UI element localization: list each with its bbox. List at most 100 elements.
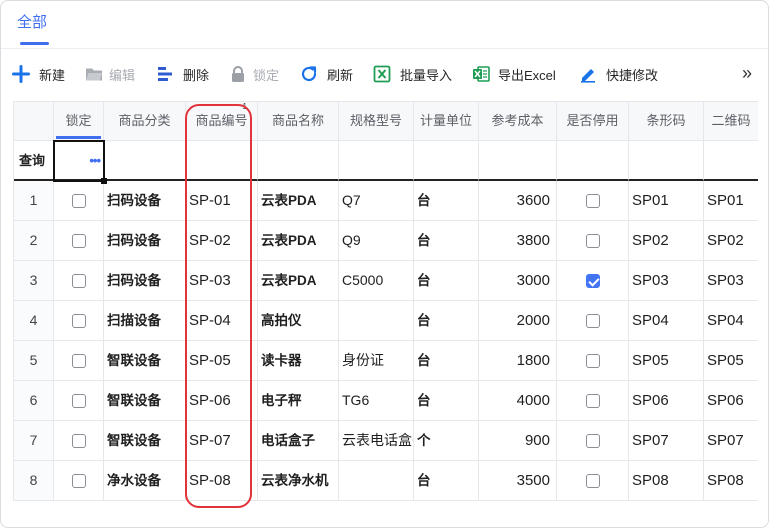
lock-cell[interactable]: [54, 221, 104, 261]
category-cell[interactable]: 智联设备: [104, 381, 186, 421]
spec-cell[interactable]: [339, 301, 414, 341]
product-name-cell[interactable]: 电子秤: [258, 381, 339, 421]
product-code-cell[interactable]: SP-08: [186, 461, 258, 501]
product-name-cell[interactable]: 云表净水机: [258, 461, 339, 501]
lock-checkbox[interactable]: [71, 233, 86, 248]
lock-cell[interactable]: [54, 301, 104, 341]
barcode-cell[interactable]: SP05: [629, 341, 704, 381]
disabled-cell[interactable]: [557, 381, 629, 421]
column-header-product-name[interactable]: 商品名称: [258, 101, 339, 141]
row-number-cell[interactable]: 3: [14, 261, 54, 301]
new-button[interactable]: 新建: [12, 62, 65, 86]
disabled-checkbox[interactable]: [585, 473, 600, 488]
cost-cell[interactable]: 2000: [479, 301, 557, 341]
column-header-spec[interactable]: 规格型号: [339, 101, 414, 141]
lock-button[interactable]: 锁定: [229, 62, 279, 86]
disabled-checkbox[interactable]: [585, 393, 600, 408]
unit-cell[interactable]: 个: [414, 421, 479, 461]
barcode-cell[interactable]: SP08: [629, 461, 704, 501]
cost-cell[interactable]: 3600: [479, 181, 557, 221]
barcode-cell[interactable]: SP04: [629, 301, 704, 341]
query-product-name-cell[interactable]: [258, 141, 339, 181]
tab-all[interactable]: 全部: [17, 12, 47, 34]
barcode-cell[interactable]: SP02: [629, 221, 704, 261]
qrcode-cell[interactable]: SP08: [704, 461, 758, 501]
product-name-cell[interactable]: 云表PDA: [258, 221, 339, 261]
query-product-code-cell[interactable]: [186, 141, 258, 181]
product-code-cell[interactable]: SP-01: [186, 181, 258, 221]
spec-cell[interactable]: Q9: [339, 221, 414, 261]
row-number-cell[interactable]: 1: [14, 181, 54, 221]
unit-cell[interactable]: 台: [414, 381, 479, 421]
table-row[interactable]: 7 智联设备 SP-07 电话盒子 云表电话盒子个 900 SP07 SP07: [14, 421, 758, 461]
column-header-product-code[interactable]: 商品编号 1: [186, 101, 258, 141]
spec-cell[interactable]: [339, 461, 414, 501]
disabled-checkbox[interactable]: [585, 193, 600, 208]
product-name-cell[interactable]: 电话盒子: [258, 421, 339, 461]
row-number-cell[interactable]: 2: [14, 221, 54, 261]
barcode-cell[interactable]: SP01: [629, 181, 704, 221]
category-cell[interactable]: 扫描设备: [104, 301, 186, 341]
table-row[interactable]: 5 智联设备 SP-05 读卡器 身份证 台 1800 SP05 SP05: [14, 341, 758, 381]
toolbar-overflow-button[interactable]: »: [742, 61, 752, 85]
lock-checkbox[interactable]: [71, 313, 86, 328]
lock-checkbox[interactable]: [71, 273, 86, 288]
more-options-icon[interactable]: •••: [89, 141, 101, 179]
qrcode-cell[interactable]: SP04: [704, 301, 758, 341]
table-row[interactable]: 2 扫码设备 SP-02 云表PDA Q9 台 3800 SP02 SP02: [14, 221, 758, 261]
column-header-qrcode[interactable]: 二维码: [704, 101, 758, 141]
disabled-cell[interactable]: [557, 261, 629, 301]
row-number-cell[interactable]: 6: [14, 381, 54, 421]
lock-cell[interactable]: [54, 341, 104, 381]
lock-cell[interactable]: [54, 181, 104, 221]
barcode-cell[interactable]: SP06: [629, 381, 704, 421]
product-code-cell[interactable]: SP-05: [186, 341, 258, 381]
product-name-cell[interactable]: 读卡器: [258, 341, 339, 381]
disabled-cell[interactable]: [557, 461, 629, 501]
product-code-cell[interactable]: SP-04: [186, 301, 258, 341]
column-header-cost[interactable]: 参考成本: [479, 101, 557, 141]
export-excel-button[interactable]: 导出Excel: [472, 62, 556, 86]
cost-cell[interactable]: 900: [479, 421, 557, 461]
category-cell[interactable]: 扫码设备: [104, 221, 186, 261]
quick-edit-button[interactable]: 快捷修改: [579, 62, 658, 86]
product-code-cell[interactable]: SP-07: [186, 421, 258, 461]
row-number-cell[interactable]: 4: [14, 301, 54, 341]
category-cell[interactable]: 智联设备: [104, 421, 186, 461]
spec-cell[interactable]: TG6: [339, 381, 414, 421]
unit-cell[interactable]: 台: [414, 221, 479, 261]
category-cell[interactable]: 智联设备: [104, 341, 186, 381]
delete-button[interactable]: 删除: [156, 62, 209, 86]
disabled-cell[interactable]: [557, 181, 629, 221]
table-row[interactable]: 1 扫码设备 SP-01 云表PDA Q7 台 3600 SP01 SP01: [14, 181, 758, 221]
table-row[interactable]: 6 智联设备 SP-06 电子秤 TG6 台 4000 SP06 SP06: [14, 381, 758, 421]
unit-cell[interactable]: 台: [414, 301, 479, 341]
cost-cell[interactable]: 4000: [479, 381, 557, 421]
category-cell[interactable]: 扫码设备: [104, 261, 186, 301]
qrcode-cell[interactable]: SP05: [704, 341, 758, 381]
query-spec-cell[interactable]: [339, 141, 414, 181]
batch-import-button[interactable]: 批量导入: [373, 62, 452, 86]
table-row[interactable]: 3 扫码设备 SP-03 云表PDA C5000 台 3000 SP03 SP03: [14, 261, 758, 301]
query-barcode-cell[interactable]: [629, 141, 704, 181]
unit-cell[interactable]: 台: [414, 261, 479, 301]
disabled-cell[interactable]: [557, 221, 629, 261]
query-unit-cell[interactable]: [414, 141, 479, 181]
cost-cell[interactable]: 3000: [479, 261, 557, 301]
row-number-cell[interactable]: 8: [14, 461, 54, 501]
table-row[interactable]: 4 扫描设备 SP-04 高拍仪 台 2000 SP04 SP04: [14, 301, 758, 341]
qrcode-cell[interactable]: SP01: [704, 181, 758, 221]
lock-checkbox[interactable]: [71, 433, 86, 448]
barcode-cell[interactable]: SP07: [629, 421, 704, 461]
product-name-cell[interactable]: 云表PDA: [258, 261, 339, 301]
refresh-button[interactable]: 刷新: [300, 62, 353, 86]
unit-cell[interactable]: 台: [414, 461, 479, 501]
disabled-checkbox[interactable]: [585, 433, 600, 448]
lock-checkbox[interactable]: [71, 393, 86, 408]
lock-checkbox[interactable]: [71, 193, 86, 208]
spec-cell[interactable]: Q7: [339, 181, 414, 221]
row-number-cell[interactable]: 7: [14, 421, 54, 461]
product-code-cell[interactable]: SP-02: [186, 221, 258, 261]
disabled-cell[interactable]: [557, 301, 629, 341]
column-header-unit[interactable]: 计量单位: [414, 101, 479, 141]
